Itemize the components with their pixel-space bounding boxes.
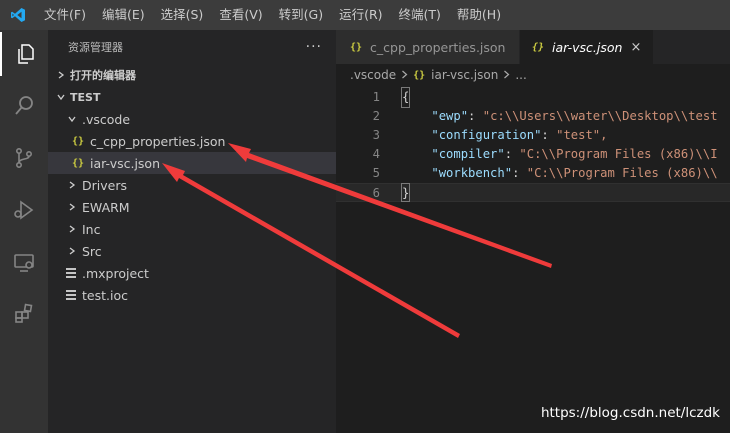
chevron-right-icon [66,203,78,211]
json-file-icon: {} [350,41,363,53]
explorer-icon[interactable] [0,32,48,76]
menu-terminal[interactable]: 终端(T) [391,0,449,30]
tree-item-label: Src [82,243,102,259]
tree-folder-vscode[interactable]: .vscode [48,108,336,130]
sidebar-title: 资源管理器 [68,41,123,54]
text-file-icon [66,267,76,279]
chevron-right-icon [66,181,78,189]
tree-item-label: Inc [82,221,101,237]
tree-file-iar-vsc[interactable]: {} iar-vsc.json [48,152,336,174]
tree-item-label: .mxproject [82,265,149,281]
tree-folder-drivers[interactable]: Drivers [48,174,336,196]
code-editor[interactable]: 1 { 2 "ewp": "c:\\Users\\water\\Desktop\… [336,87,730,202]
run-debug-icon[interactable] [0,188,48,232]
breadcrumb-tail[interactable]: ... [515,68,526,82]
source-control-icon[interactable] [0,136,48,180]
tree-file-test-ioc[interactable]: test.ioc [48,284,336,306]
menu-run[interactable]: 运行(R) [331,0,390,30]
json-key: "workbench" [431,166,513,180]
code-line: 4 "compiler": "C:\\Program Files (x86)\\… [336,145,730,164]
code-line: 3 "configuration": "test", [336,126,730,145]
json-value: "test", [556,128,608,142]
line-number: 2 [372,109,380,123]
chevron-right-icon [66,247,78,255]
sidebar-header: 资源管理器 ··· [48,30,336,64]
editor-area: {} c_cpp_properties.json {} iar-vsc.json… [336,30,730,433]
code-line: 1 { [336,87,730,108]
search-icon[interactable] [0,84,48,128]
menu-selection[interactable]: 选择(S) [153,0,212,30]
chevron-right-icon [401,68,408,82]
breadcrumb: .vscode {} iar-vsc.json ... [336,64,730,86]
tree-file-c-cpp-properties[interactable]: {} c_cpp_properties.json [48,130,336,152]
menu-edit[interactable]: 编辑(E) [94,0,153,30]
tree-item-label: .vscode [82,111,131,127]
breadcrumb-file[interactable]: iar-vsc.json [431,68,498,82]
tree-item-label: c_cpp_properties.json [90,133,226,149]
tab-iar-vsc[interactable]: {} iar-vsc.json × [520,30,655,64]
code-line-current: 6 } [336,183,730,202]
json-value: "C:\\Program Files (x86)\\I [519,147,718,161]
watermark-url: https://blog.csdn.net/lczdk [540,405,720,421]
chevron-down-icon [54,93,68,101]
tree-folder-src[interactable]: Src [48,240,336,262]
tab-label: iar-vsc.json [552,39,623,55]
close-icon[interactable]: × [630,40,641,55]
json-key: "configuration" [431,128,542,142]
line-number: 3 [372,128,380,142]
tree-folder-ewarm[interactable]: EWARM [48,196,336,218]
line-number: 5 [372,166,380,180]
code-text: } [400,183,411,202]
menu-help[interactable]: 帮助(H) [449,0,509,30]
json-value: "C:\\Program Files (x86)\\ [526,166,718,180]
more-actions-button[interactable]: ··· [306,39,322,55]
menu-file[interactable]: 文件(F) [36,0,94,30]
tree-file-mxproject[interactable]: .mxproject [48,262,336,284]
json-file-icon: {} [413,69,426,81]
project-label: TEST [70,90,101,104]
activity-bar [0,30,48,433]
tree-item-label: iar-vsc.json [90,155,161,171]
menu-go[interactable]: 转到(G) [271,0,331,30]
line-number: 4 [372,147,380,161]
chevron-right-icon [66,225,78,233]
json-file-icon: {} [72,157,85,169]
json-file-icon: {} [72,135,85,147]
remote-explorer-icon[interactable] [0,240,48,284]
breadcrumb-folder[interactable]: .vscode [350,68,396,82]
tab-label: c_cpp_properties.json [370,39,506,55]
code-text: { [400,87,411,108]
text-file-icon [66,289,76,301]
explorer-sidebar: 资源管理器 ··· 打开的编辑器 TEST .vscode {} c_cpp_p… [48,30,336,433]
open-editors-label: 打开的编辑器 [70,69,136,82]
vscode-logo-icon [0,0,36,30]
open-editors-section[interactable]: 打开的编辑器 [48,64,336,86]
chevron-right-icon [54,71,68,79]
tree-folder-inc[interactable]: Inc [48,218,336,240]
extensions-icon[interactable] [0,292,48,336]
tree-item-label: EWARM [82,199,130,215]
chevron-down-icon [66,115,78,123]
menu-view[interactable]: 查看(V) [211,0,270,30]
line-number: 6 [372,186,380,200]
line-number: 1 [372,90,380,104]
json-key: "compiler" [431,147,505,161]
tree-item-label: test.ioc [82,287,128,303]
vscode-window: 文件(F) 编辑(E) 选择(S) 查看(V) 转到(G) 运行(R) 终端(T… [0,0,730,433]
json-value: "c:\\Users\\water\\Desktop\\test [482,109,718,123]
chevron-right-icon [503,68,510,82]
tab-c-cpp-properties[interactable]: {} c_cpp_properties.json [336,30,520,64]
json-file-icon: {} [532,41,545,53]
json-key: "ewp" [431,109,469,123]
code-line: 2 "ewp": "c:\\Users\\water\\Desktop\\tes… [336,107,730,126]
project-section[interactable]: TEST [48,86,336,108]
menu-bar: 文件(F) 编辑(E) 选择(S) 查看(V) 转到(G) 运行(R) 终端(T… [0,0,730,30]
tree-item-label: Drivers [82,177,127,193]
code-line: 5 "workbench": "C:\\Program Files (x86)\… [336,164,730,183]
editor-tabs: {} c_cpp_properties.json {} iar-vsc.json… [336,30,730,64]
